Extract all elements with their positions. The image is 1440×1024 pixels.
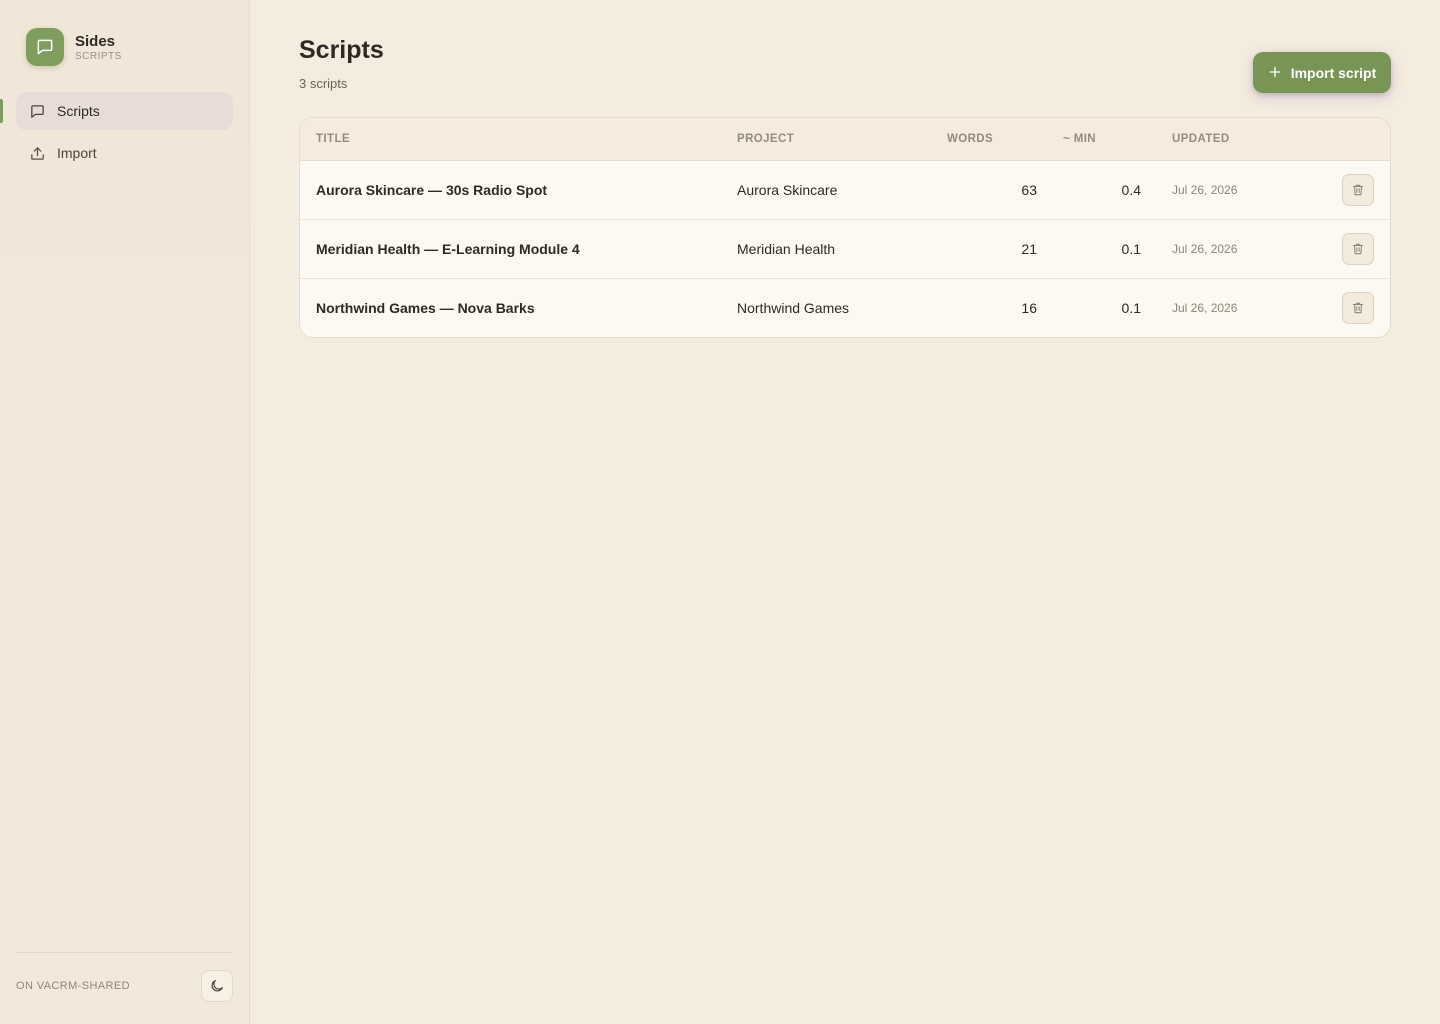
table-row[interactable]: Northwind Games — Nova Barks Northwind G… (300, 278, 1390, 337)
upload-icon (28, 144, 46, 162)
sidebar-item-scripts[interactable]: Scripts (16, 92, 233, 130)
page-title: Scripts (299, 36, 384, 64)
sidebar: Sides SCRIPTS Scripts Import ON VACRM-SH… (0, 0, 250, 1024)
column-header-min[interactable]: ~ MIN (1037, 118, 1141, 161)
active-nav-indicator (0, 99, 3, 123)
row-updated: Jul 26, 2026 (1172, 241, 1238, 256)
column-header-title[interactable]: TITLE (300, 118, 737, 161)
row-updated: Jul 26, 2026 (1172, 182, 1238, 197)
scripts-table: TITLE PROJECT WORDS ~ MIN UPDATED Aurora… (299, 117, 1391, 338)
plus-icon (1268, 64, 1282, 82)
row-words: 63 (1021, 181, 1037, 198)
sidebar-nav: Scripts Import (16, 92, 233, 176)
row-words: 16 (1021, 299, 1037, 316)
table-header-row: TITLE PROJECT WORDS ~ MIN UPDATED (300, 118, 1390, 161)
script-count: 3 scripts (299, 76, 348, 91)
column-header-words[interactable]: WORDS (947, 118, 1037, 161)
chat-bubble-icon (26, 28, 64, 66)
table-row[interactable]: Aurora Skincare — 30s Radio Spot Aurora … (300, 160, 1390, 219)
row-project: Northwind Games (737, 299, 850, 316)
sidebar-item-label: Import (57, 145, 97, 161)
row-min: 0.4 (1121, 181, 1141, 198)
row-project: Meridian Health (737, 240, 836, 257)
delete-script-button[interactable] (1342, 232, 1374, 265)
sidebar-footer: ON VACRM-SHARED (16, 952, 233, 1002)
row-title[interactable]: Northwind Games — Nova Barks (300, 278, 737, 337)
table-row[interactable]: Meridian Health — E-Learning Module 4 Me… (300, 219, 1390, 278)
row-project: Aurora Skincare (737, 181, 838, 198)
brand: Sides SCRIPTS (26, 28, 122, 66)
theme-toggle-button[interactable] (201, 970, 233, 1002)
row-min: 0.1 (1121, 240, 1141, 257)
chat-bubble-icon (28, 102, 46, 120)
sidebar-item-import[interactable]: Import (16, 134, 233, 172)
column-header-actions (1301, 118, 1390, 161)
row-title[interactable]: Meridian Health — E-Learning Module 4 (300, 219, 737, 278)
sidebar-item-label: Scripts (57, 103, 100, 119)
row-min: 0.1 (1121, 299, 1141, 316)
import-script-label: Import script (1290, 64, 1377, 81)
delete-script-button[interactable] (1342, 291, 1374, 324)
row-title[interactable]: Aurora Skincare — 30s Radio Spot (300, 160, 737, 219)
delete-script-button[interactable] (1342, 173, 1374, 206)
trash-icon (1351, 183, 1365, 197)
trash-icon (1351, 301, 1365, 315)
row-updated: Jul 26, 2026 (1172, 300, 1238, 315)
column-header-project[interactable]: PROJECT (737, 118, 947, 161)
app-section-label: SCRIPTS (75, 51, 122, 62)
column-header-updated[interactable]: UPDATED (1141, 118, 1301, 161)
trash-icon (1351, 242, 1365, 256)
app-name: Sides (75, 33, 116, 50)
row-words: 21 (1021, 240, 1037, 257)
workspace-label: ON VACRM-SHARED (16, 980, 130, 992)
import-script-button[interactable]: Import script (1253, 52, 1391, 93)
moon-icon (209, 978, 225, 994)
